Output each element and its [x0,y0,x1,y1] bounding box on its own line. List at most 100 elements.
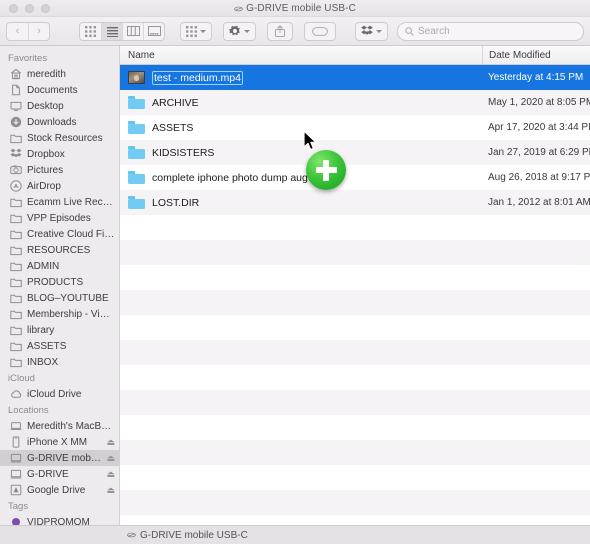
folder-icon [128,121,145,134]
table-row[interactable]: ARCHIVE May 1, 2020 at 8:05 PM [120,90,590,115]
back-button[interactable]: ‹ [7,23,28,40]
sidebar-item-blog-youtube[interactable]: BLOG–YOUTUBE [0,290,119,306]
file-name-cell[interactable]: ASSETS [120,121,482,134]
sidebar-item-iphone-x-mm[interactable]: iPhone X MM ⏏ [0,434,119,450]
zoom-button[interactable] [41,3,50,13]
icon-view-button[interactable] [80,23,101,40]
empty-row [120,340,590,365]
sidebar-item-documents[interactable]: Documents [0,82,119,98]
file-name-cell[interactable]: test - medium.mp4 [120,70,482,85]
eject-icon[interactable]: ⏏ [106,437,115,447]
minimize-button[interactable] [25,3,34,13]
empty-row [120,440,590,465]
sidebar-item-library[interactable]: library [0,322,119,338]
eject-icon[interactable]: ⏏ [106,485,115,495]
folder-icon [10,244,22,256]
airdrop-icon [10,180,22,192]
list-view-button[interactable] [101,22,122,40]
sidebar-item-dropbox[interactable]: Dropbox [0,146,119,162]
sidebar-item-label: Pictures [27,164,64,176]
sidebar-item-products[interactable]: PRODUCTS [0,274,119,290]
folder-icon [10,214,22,224]
video-thumbnail [128,71,145,84]
sidebar-item-stock-resources[interactable]: Stock Resources [0,130,119,146]
column-header-date-modified[interactable]: Date Modified [482,46,590,64]
file-name-label: test - medium.mp4 [152,70,243,85]
search-input[interactable]: Search [397,21,584,41]
table-row[interactable]: complete iphone photo dump aug 2018 Aug 2… [120,165,590,190]
downloads-icon [10,116,22,128]
chevron-down-icon [200,29,206,33]
sidebar-item-g-drive[interactable]: G-DRIVE ⏏ [0,466,119,482]
sidebar-item-inbox[interactable]: INBOX [0,354,119,370]
empty-row [120,515,590,525]
drive-icon [234,6,243,11]
search-icon [405,26,414,36]
sidebar-item-vpp-episodes[interactable]: VPP Episodes [0,210,119,226]
sidebar-item-g-drive-mobile[interactable]: G-DRIVE mobile... ⏏ [0,450,119,466]
dropbox-button[interactable] [355,21,388,41]
home-icon [10,68,22,80]
empty-row [120,265,590,290]
column-header-name[interactable]: Name [120,50,482,61]
eject-icon[interactable]: ⏏ [106,453,115,463]
columns-icon [126,26,140,36]
file-name-cell[interactable]: ARCHIVE [120,96,482,109]
desktop-icon [10,101,22,111]
external-drive-icon [10,468,22,480]
sidebar-item-meredith-s-macboo[interactable]: Meredith's MacBoo... [0,418,119,434]
tag-button[interactable] [304,21,336,41]
view-mode-buttons [79,21,165,41]
table-row[interactable]: test - medium.mp4 Yesterday at 4:15 PM [120,65,590,90]
file-name-cell[interactable]: KIDSISTERS [120,146,482,159]
action-menu-button[interactable] [223,21,256,41]
file-list-pane: Name Date Modified test - medium.mp4 Yest… [120,46,590,525]
file-name-cell[interactable]: LOST.DIR [120,196,482,209]
folder-icon [10,308,22,320]
table-row[interactable]: LOST.DIR Jan 1, 2012 at 8:01 AM [120,190,590,215]
sidebar-item-downloads[interactable]: Downloads [0,114,119,130]
file-name-label: KIDSISTERS [152,146,215,159]
sidebar-item-membership-vide[interactable]: Membership - Vide... [0,306,119,322]
group-by-button[interactable] [180,21,212,41]
finder-sidebar[interactable]: Favorites meredith Documents Desktop Downloa… [0,46,120,525]
date-modified-cell: Jan 27, 2019 at 6:29 PM [488,147,590,158]
sidebar-item-icloud-drive[interactable]: iCloud Drive [0,386,119,402]
sidebar-item-label: ADMIN [27,260,60,272]
sidebar-item-desktop[interactable]: Desktop [0,98,119,114]
sidebar-item-meredith[interactable]: meredith [0,66,119,82]
sidebar-item-admin[interactable]: ADMIN [0,258,119,274]
share-button[interactable] [267,21,293,41]
sidebar-item-creative-cloud-files[interactable]: Creative Cloud Files [0,226,119,242]
sidebar-item-airdrop[interactable]: AirDrop [0,178,119,194]
list-icon [106,26,118,37]
sidebar-item-ecamm-live-record[interactable]: Ecamm Live Record... [0,194,119,210]
table-row[interactable]: KIDSISTERS Jan 27, 2019 at 6:29 PM [120,140,590,165]
finder-window: G-DRIVE mobile USB-C ‹ › Search Favorite… [0,0,590,544]
gallery-view-button[interactable] [143,22,164,40]
empty-row [120,365,590,390]
table-row[interactable]: ASSETS Apr 17, 2020 at 3:44 PM [120,115,590,140]
column-view-button[interactable] [122,22,143,40]
share-icon [275,25,285,37]
pictures-icon [10,165,22,175]
file-rows-container[interactable]: test - medium.mp4 Yesterday at 4:15 PM ARC… [120,65,590,525]
empty-row [120,315,590,340]
empty-row [120,290,590,315]
documents-icon [12,84,20,96]
date-modified-cell: May 1, 2020 at 8:05 PM [488,97,590,108]
sidebar-item-vidpromom[interactable]: VIDPROMOM [0,514,119,525]
sidebar-item-assets[interactable]: ASSETS [0,338,119,354]
drive-icon [127,532,136,538]
file-name-cell[interactable]: complete iphone photo dump aug 2018 [120,171,482,184]
sidebar-item-google-drive[interactable]: Google Drive ⏏ [0,482,119,498]
folder-icon [10,342,22,352]
sidebar-item-label: RESOURCES [27,244,91,256]
sidebar-item-resources[interactable]: RESOURCES [0,242,119,258]
close-button[interactable] [9,3,18,13]
sidebar-item-pictures[interactable]: Pictures [0,162,119,178]
folder-icon [10,326,22,336]
forward-button[interactable]: › [28,22,49,40]
eject-icon[interactable]: ⏏ [106,469,115,479]
folder-icon [10,356,22,368]
